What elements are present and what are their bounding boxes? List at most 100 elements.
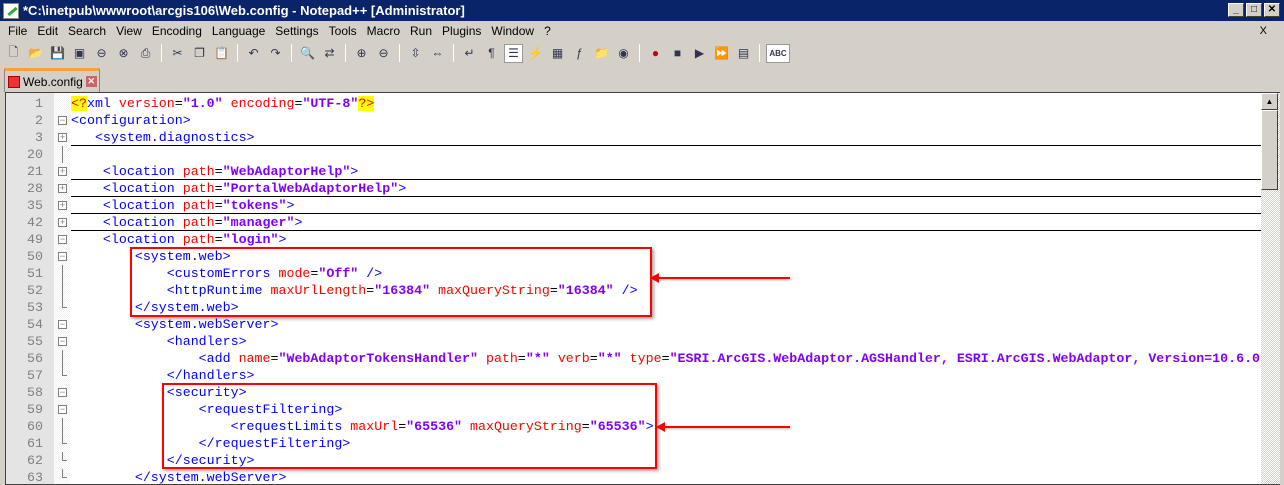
tab-label: Web.config — [23, 74, 83, 89]
scroll-thumb[interactable] — [1261, 110, 1278, 190]
token-text: = — [589, 351, 598, 366]
annotation-arrow — [650, 273, 790, 283]
collapse-fold-icon[interactable]: − — [58, 252, 67, 261]
line-number: 63 — [27, 470, 43, 485]
highlight-box-security — [162, 383, 657, 469]
menu-help[interactable]: ? — [539, 24, 556, 38]
copy-icon[interactable]: ❐ — [190, 44, 209, 63]
playback-macro-icon[interactable]: ▶ — [690, 44, 709, 63]
indent-guide-icon[interactable]: ☰ — [504, 43, 523, 63]
code-text: </handlers> — [71, 367, 255, 384]
token-value: "tokens" — [222, 198, 287, 213]
toolbar-separator — [237, 44, 238, 62]
minimize-button[interactable]: _ — [1228, 3, 1244, 17]
token-tag: <system.webServer> — [134, 317, 279, 332]
collapse-fold-icon[interactable]: − — [58, 320, 67, 329]
line-number: 52 — [27, 283, 43, 298]
expand-fold-icon[interactable]: + — [58, 184, 67, 193]
menu-tools[interactable]: Tools — [324, 24, 362, 38]
close-tab-icon[interactable]: ✕ — [85, 76, 97, 87]
open-file-icon[interactable]: 📂 — [26, 44, 45, 63]
line-number: 21 — [27, 164, 43, 179]
redo-icon[interactable]: ↷ — [266, 44, 285, 63]
expand-fold-icon[interactable]: + — [58, 218, 67, 227]
save-macro-icon[interactable]: ▤ — [734, 44, 753, 63]
word-wrap-icon[interactable]: ↵ — [460, 44, 479, 63]
token-attribute: path — [182, 198, 215, 213]
menu-window[interactable]: Window — [486, 24, 539, 38]
undo-icon[interactable]: ↶ — [244, 44, 263, 63]
zoom-in-icon[interactable]: ⊕ — [352, 44, 371, 63]
collapse-fold-icon[interactable]: − — [58, 116, 67, 125]
collapse-fold-icon[interactable]: − — [58, 235, 67, 244]
menu-language[interactable]: Language — [207, 24, 270, 38]
line-number: 57 — [27, 368, 43, 383]
paste-icon[interactable]: 📋 — [212, 44, 231, 63]
record-macro-icon[interactable]: ● — [646, 44, 665, 63]
close-document-button[interactable]: X — [1255, 25, 1272, 37]
save-all-icon[interactable]: ▣ — [70, 44, 89, 63]
menu-view[interactable]: View — [111, 24, 147, 38]
expand-fold-icon[interactable]: + — [58, 133, 67, 142]
token-value: "login" — [222, 232, 279, 247]
cut-icon[interactable]: ✂ — [168, 44, 187, 63]
expand-fold-icon[interactable]: + — [58, 201, 67, 210]
document-map-icon[interactable]: ▦ — [548, 44, 567, 63]
tab-web-config[interactable]: Web.config ✕ — [4, 68, 100, 92]
menu-encoding[interactable]: Encoding — [147, 24, 207, 38]
code-text: <system.diagnostics> — [71, 129, 255, 146]
code-line: 55 − <handlers> — [6, 333, 1261, 350]
menu-bar: File Edit Search View Encoding Language Settin… — [0, 21, 1284, 41]
fold-line — [62, 265, 63, 282]
fold-line — [62, 146, 63, 163]
menu-edit[interactable]: Edit — [32, 24, 63, 38]
scroll-up-button[interactable]: ▲ — [1261, 93, 1278, 110]
line-number: 61 — [27, 436, 43, 451]
show-all-chars-icon[interactable]: ¶ — [482, 44, 501, 63]
new-file-icon[interactable]: 🗋 — [4, 44, 23, 63]
collapse-fold-icon[interactable]: − — [58, 337, 67, 346]
collapse-fold-icon[interactable]: − — [58, 388, 67, 397]
token-tag: <configuration> — [71, 113, 191, 128]
sync-horizontal-icon[interactable]: ⇔ — [428, 44, 447, 63]
token-value: "*" — [525, 351, 550, 366]
sync-vertical-icon[interactable]: ⇳ — [406, 44, 425, 63]
menu-run[interactable]: Run — [405, 24, 437, 38]
close-all-icon[interactable]: ⊗ — [114, 44, 133, 63]
code-text: <location path="WebAdaptorHelp"> — [71, 163, 358, 180]
code-text: <handlers> — [71, 333, 247, 350]
menu-search[interactable]: Search — [63, 24, 111, 38]
collapse-fold-icon[interactable]: − — [58, 405, 67, 414]
menu-plugins[interactable]: Plugins — [437, 24, 486, 38]
token-declaration: <? — [71, 96, 87, 111]
print-icon[interactable]: ⎙ — [136, 44, 155, 63]
menu-file[interactable]: File — [3, 24, 32, 38]
find-icon[interactable]: 🔍 — [298, 44, 317, 63]
menu-settings[interactable]: Settings — [270, 24, 323, 38]
maximize-button[interactable]: □ — [1246, 3, 1262, 17]
zoom-out-icon[interactable]: ⊖ — [374, 44, 393, 63]
monitoring-icon[interactable]: ◉ — [614, 44, 633, 63]
folder-as-workspace-icon[interactable]: 📁 — [592, 44, 611, 63]
menu-macro[interactable]: Macro — [362, 24, 405, 38]
code-line: 2 − <configuration> — [6, 112, 1261, 129]
close-button[interactable]: ✕ — [1264, 3, 1280, 17]
user-defined-language-icon[interactable]: ⚡ — [526, 44, 545, 63]
token-tag: <add — [198, 351, 239, 366]
function-list-icon[interactable]: ƒ — [570, 44, 589, 63]
vertical-scrollbar[interactable]: ▲ — [1261, 93, 1280, 484]
expand-fold-icon[interactable]: + — [58, 167, 67, 176]
spell-check-icon[interactable]: ABC — [766, 43, 790, 63]
replace-icon[interactable]: ⇄ — [320, 44, 339, 63]
run-macro-multiple-icon[interactable]: ⏩ — [712, 44, 731, 63]
toolbar-separator — [453, 44, 454, 62]
token-declaration: ?> — [358, 96, 375, 111]
save-icon[interactable]: 💾 — [48, 44, 67, 63]
close-icon[interactable]: ⊖ — [92, 44, 111, 63]
stop-recording-icon[interactable]: ■ — [668, 44, 687, 63]
